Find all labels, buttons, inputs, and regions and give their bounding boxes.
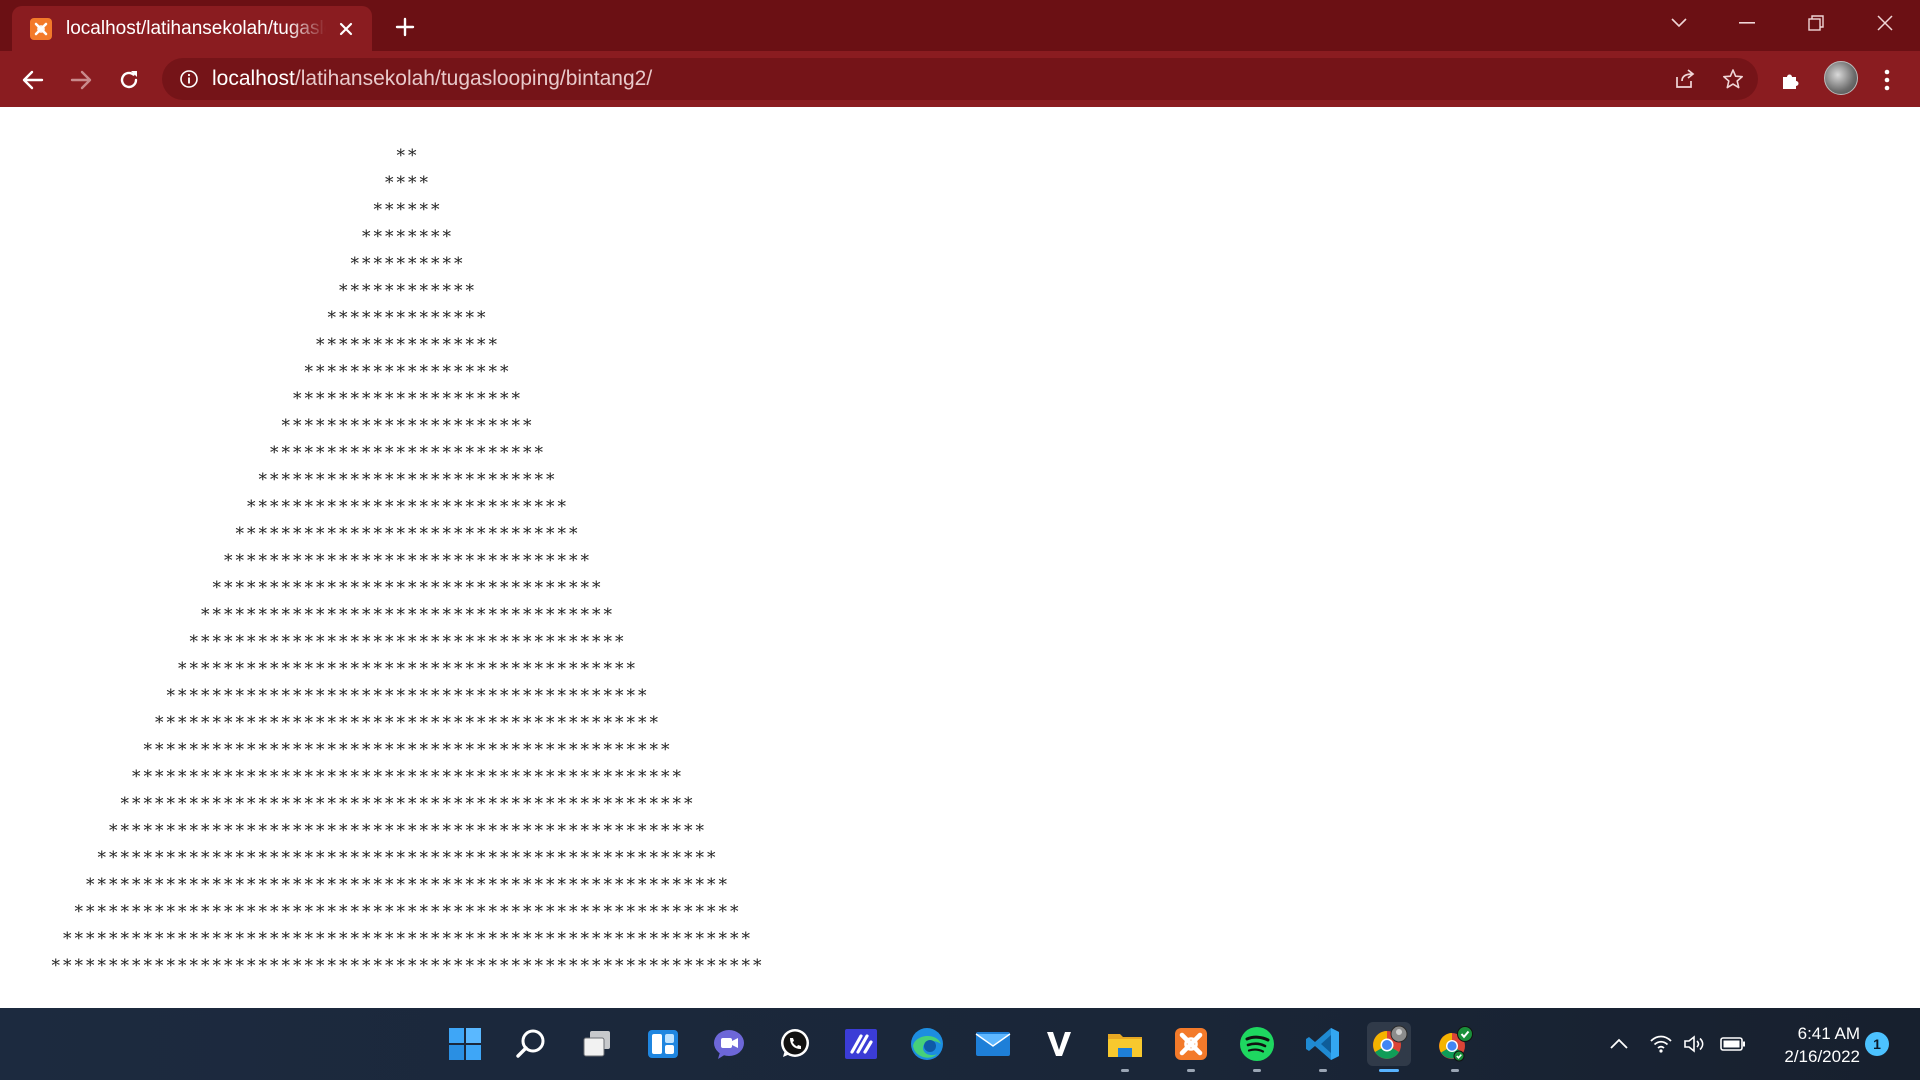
back-arrow-icon[interactable] xyxy=(18,65,48,95)
chrome-icon[interactable] xyxy=(1433,1022,1477,1072)
address-url[interactable]: localhost/latihansekolah/tugaslooping/bi… xyxy=(212,67,652,91)
running-indicator xyxy=(1451,1069,1459,1072)
url-host: localhost xyxy=(212,67,295,90)
running-indicator xyxy=(1319,1069,1327,1072)
task-view-icon[interactable] xyxy=(575,1022,619,1066)
star-row: ****************** xyxy=(304,362,512,382)
file-explorer-icon[interactable] xyxy=(1103,1022,1147,1072)
browser-toolbar: localhost/latihansekolah/tugaslooping/bi… xyxy=(0,51,1920,107)
extensions-puzzle-icon[interactable] xyxy=(1776,65,1806,95)
volume-icon[interactable] xyxy=(1681,1030,1709,1058)
star-row: ****************************************… xyxy=(97,848,719,868)
restore-icon[interactable] xyxy=(1793,8,1839,38)
star-row: ****************************************… xyxy=(155,713,661,733)
start-icon[interactable] xyxy=(443,1022,487,1066)
star-row: ****************************************… xyxy=(166,686,650,706)
spotify-icon[interactable] xyxy=(1235,1022,1279,1072)
star-row: ******** xyxy=(362,227,454,247)
tab-close-icon[interactable] xyxy=(334,17,358,41)
whatsapp-icon[interactable] xyxy=(773,1022,817,1066)
address-bar[interactable]: localhost/latihansekolah/tugaslooping/bi… xyxy=(162,58,1758,100)
running-indicator xyxy=(1187,1069,1195,1072)
star-row: ********************************** xyxy=(212,578,604,598)
reload-icon[interactable] xyxy=(114,65,144,95)
visual-studio-icon[interactable] xyxy=(839,1022,883,1066)
active-indicator xyxy=(1379,1069,1399,1072)
tab-search-chevron-icon[interactable] xyxy=(1656,8,1702,38)
xampp-favicon-icon xyxy=(30,17,52,40)
star-row: ****************************************… xyxy=(86,875,730,895)
star-row: ******************************** xyxy=(224,551,592,571)
edge-icon[interactable] xyxy=(905,1022,949,1066)
v-app-icon[interactable] xyxy=(1037,1022,1081,1066)
xampp-icon[interactable] xyxy=(1169,1022,1213,1072)
url-path: /latihansekolah/tugaslooping/bintang2/ xyxy=(294,67,653,90)
star-row: ****************************************… xyxy=(51,956,765,976)
star-row: ****************************************… xyxy=(143,740,673,760)
star-row: ********************** xyxy=(281,416,535,436)
forward-arrow-icon[interactable] xyxy=(66,65,96,95)
star-row: **** xyxy=(385,173,431,193)
star-row: ************** xyxy=(327,308,489,328)
star-row: ** xyxy=(396,146,420,166)
share-icon[interactable] xyxy=(1670,64,1700,94)
star-row: ************************ xyxy=(270,443,546,463)
tab-strip: localhost/latihansekolah/tugaslooping/bi… xyxy=(0,0,1920,51)
star-row: ******************** xyxy=(293,389,523,409)
star-row: ********** xyxy=(350,254,466,274)
page-content: ** **** ****** ******** ********** *****… xyxy=(0,107,1920,1008)
star-row: ****************************************… xyxy=(63,929,753,949)
taskbar: 6:41 AM 2/16/2022 1 xyxy=(0,1008,1920,1080)
star-row: ****************************** xyxy=(235,524,581,544)
star-row: **************** xyxy=(316,335,500,355)
mail-icon[interactable] xyxy=(971,1022,1015,1066)
system-clock[interactable]: 6:41 AM 2/16/2022 xyxy=(1750,1022,1860,1068)
star-row: **************************** xyxy=(247,497,569,517)
minimize-icon[interactable] xyxy=(1724,8,1770,38)
widgets-icon[interactable] xyxy=(641,1022,685,1066)
teams-chat-icon[interactable] xyxy=(707,1022,751,1066)
star-row: ************************************** xyxy=(189,632,627,652)
chrome-profile-icon[interactable] xyxy=(1367,1022,1411,1072)
new-tab-plus-icon[interactable] xyxy=(390,12,420,42)
star-row: ****************************************… xyxy=(132,767,684,787)
notification-badge[interactable]: 1 xyxy=(1865,1032,1889,1056)
vscode-icon[interactable] xyxy=(1301,1022,1345,1072)
search-icon[interactable] xyxy=(509,1022,553,1066)
star-row: **************************************** xyxy=(178,659,638,679)
tab-title: localhost/latihansekolah/tugaslooping/bi… xyxy=(66,17,326,39)
star-row: ************************************ xyxy=(201,605,615,625)
clock-time: 6:41 AM xyxy=(1797,1024,1860,1043)
show-hidden-icons-chevron-icon[interactable] xyxy=(1605,1030,1633,1058)
star-row: ****************************************… xyxy=(120,794,696,814)
running-indicator xyxy=(1121,1069,1129,1072)
star-triangle: ** **** ****** ******** ********** *****… xyxy=(0,143,820,980)
bookmark-star-icon[interactable] xyxy=(1718,64,1748,94)
clock-date: 2/16/2022 xyxy=(1784,1047,1860,1066)
star-row: ****** xyxy=(373,200,443,220)
star-row: ****************************************… xyxy=(109,821,707,841)
star-row: ****************************************… xyxy=(74,902,742,922)
browser-tab-active[interactable]: localhost/latihansekolah/tugaslooping/bi… xyxy=(12,6,372,51)
browser-menu-icon[interactable] xyxy=(1872,65,1902,95)
close-window-icon[interactable] xyxy=(1862,8,1908,38)
running-indicator xyxy=(1253,1069,1261,1072)
star-row: ************************** xyxy=(258,470,558,490)
star-row: ************ xyxy=(339,281,477,301)
profile-avatar[interactable] xyxy=(1824,61,1858,95)
battery-icon[interactable] xyxy=(1719,1030,1747,1058)
site-info-icon[interactable] xyxy=(178,68,200,90)
wifi-icon[interactable] xyxy=(1647,1030,1675,1058)
